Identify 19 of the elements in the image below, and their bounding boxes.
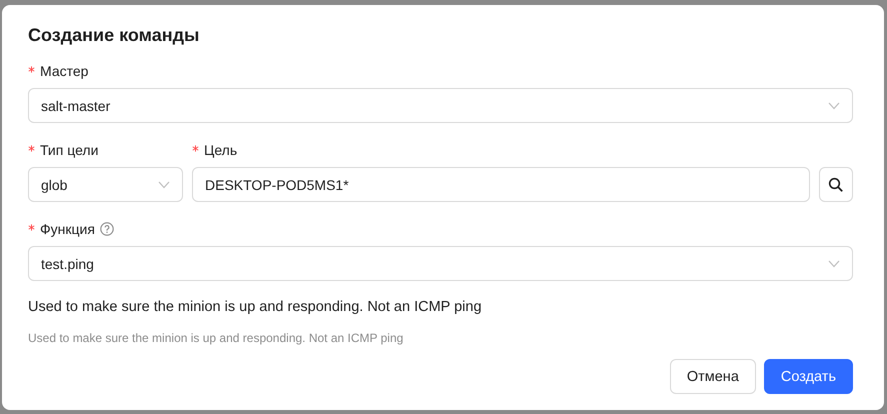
field-label: Тип цели bbox=[40, 142, 98, 158]
select-field[interactable]: salt-master bbox=[28, 88, 853, 123]
cancel-button[interactable]: Отмена bbox=[670, 359, 756, 394]
field-label: Функция bbox=[40, 221, 95, 237]
input-field[interactable]: DESKTOP-POD5MS1* bbox=[192, 167, 810, 202]
create-button[interactable]: Создать bbox=[764, 359, 853, 394]
caret-icon bbox=[828, 102, 840, 110]
dialog-title: Создание команды bbox=[28, 25, 200, 46]
field-label: Мастер bbox=[40, 63, 88, 79]
caret-icon bbox=[828, 260, 840, 268]
select-field[interactable]: test.ping bbox=[28, 246, 853, 281]
caret-icon bbox=[158, 180, 170, 188]
search-icon bbox=[828, 176, 844, 192]
help-icon[interactable] bbox=[100, 222, 114, 236]
search-button[interactable] bbox=[819, 167, 853, 202]
field-label: Цель bbox=[204, 142, 238, 158]
function-description: Used to make sure the minion is up and responding. Not an ICMP ping bbox=[28, 299, 483, 315]
select-field[interactable]: glob bbox=[28, 167, 183, 202]
hint-text: Used to make sure the minion is up and responding. Not an ICMP ping bbox=[28, 331, 404, 345]
